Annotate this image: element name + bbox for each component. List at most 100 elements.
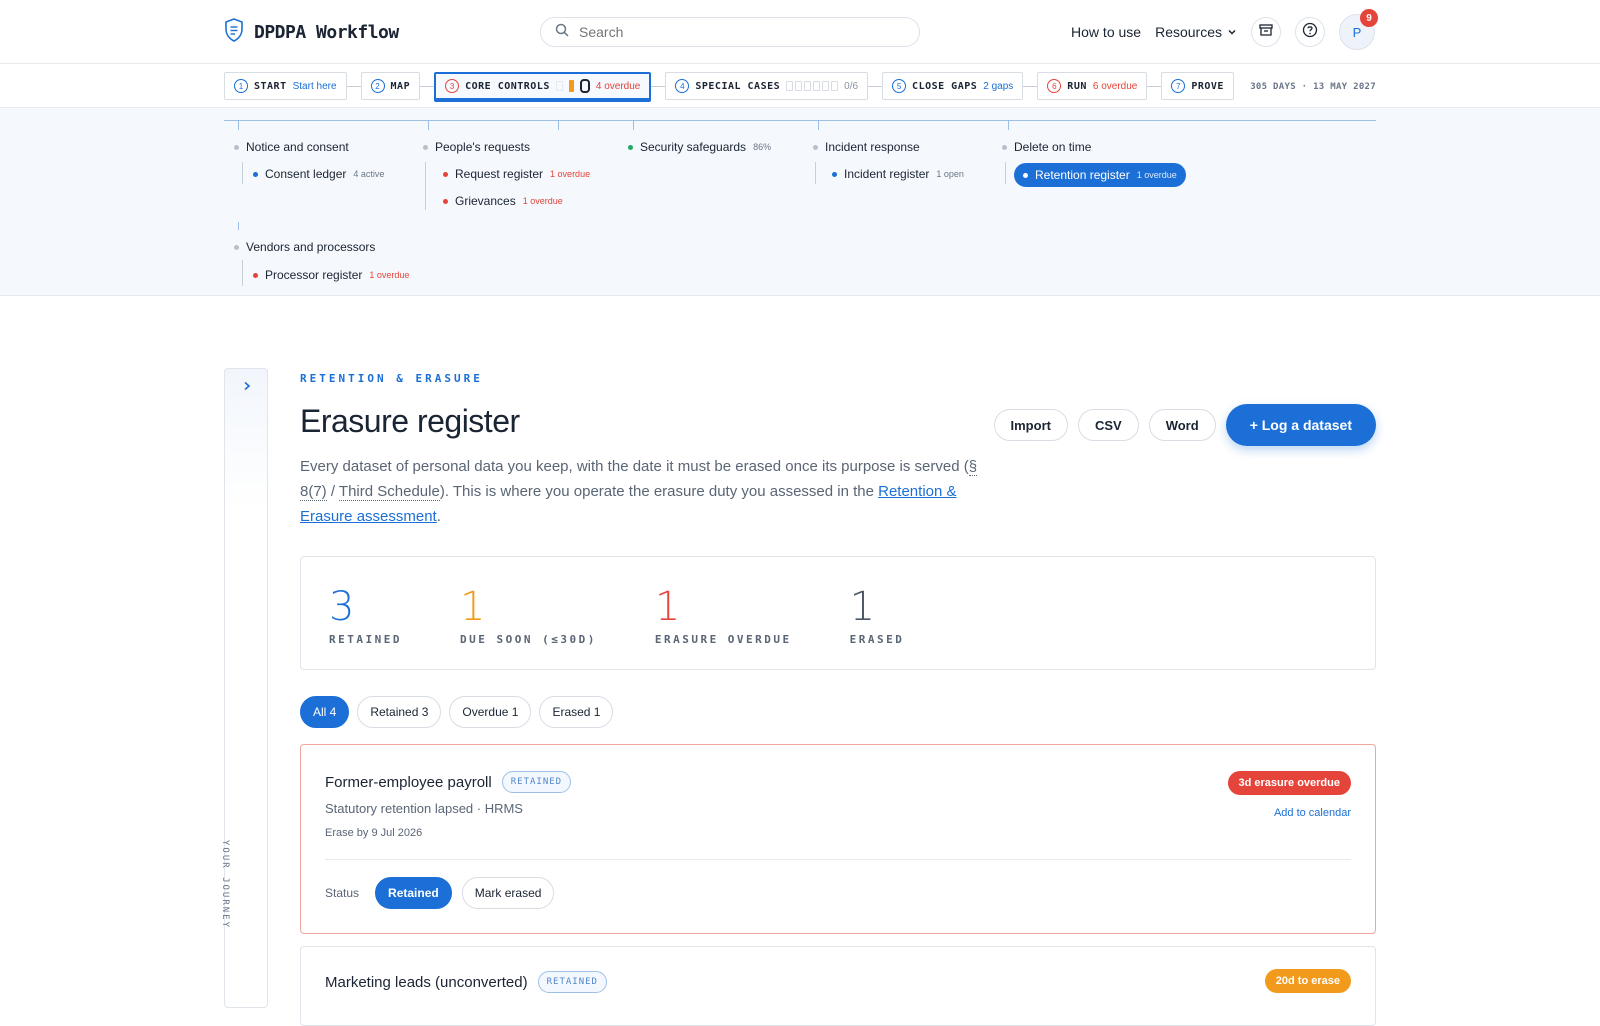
dataset-name: Former-employee payroll [325, 773, 492, 791]
filter-retained[interactable]: Retained 3 [357, 696, 442, 728]
status-badge: RETAINED [501, 771, 572, 793]
stat-label: DUE SOON (≤30D) [459, 633, 597, 646]
step-label: CORE CONTROLS [465, 80, 550, 92]
tree-tick [1008, 120, 1009, 130]
step-close-gaps[interactable]: 5 CLOSE GAPS 2 gaps [882, 72, 1024, 100]
step-core-controls[interactable]: 3 CORE CONTROLS 4 overdue [434, 72, 652, 100]
tree-node-request-register[interactable]: Request register 1 overdue [443, 167, 590, 181]
step-number: 6 [1047, 79, 1062, 93]
dataset-card[interactable]: Marketing leads (unconverted) RETAINED 2… [300, 946, 1376, 1026]
tree-node-security[interactable]: Security safeguards 86% [628, 140, 771, 154]
step-label: CLOSE GAPS [912, 80, 978, 92]
resources-label: Resources [1155, 24, 1222, 40]
tree-node-incident-register[interactable]: Incident register 1 open [832, 167, 964, 181]
step-prove[interactable]: 7 PROVE [1161, 72, 1234, 100]
retained-button[interactable]: Retained [375, 877, 452, 909]
node-label: Request register [455, 167, 544, 181]
step-connector [1023, 85, 1038, 87]
expand-sidebar-button[interactable] [239, 379, 255, 395]
due-soon-badge: 20d to erase [1264, 969, 1351, 993]
archive-button[interactable] [1251, 17, 1281, 47]
journey-label-wrap: YOUR JOURNEY [220, 800, 260, 929]
tree-tick [238, 222, 239, 230]
step-status: 0/6 [844, 80, 859, 92]
desc-text: ). This is where you operate the erasure… [439, 483, 879, 500]
status-row: Status Retained Mark erased [325, 877, 555, 909]
tree-tick [818, 120, 819, 130]
filter-all[interactable]: All 4 [300, 696, 350, 728]
node-label: Retention register [1035, 168, 1130, 182]
tree-node-consent-ledger[interactable]: Consent ledger 4 active [253, 167, 384, 181]
log-dataset-button[interactable]: + Log a dataset [1225, 404, 1376, 446]
tree-node-incident[interactable]: Incident response [813, 140, 920, 154]
step-map[interactable]: 2 MAP [360, 72, 421, 100]
journey-sidebar [224, 368, 268, 1008]
tree-branch [242, 162, 243, 184]
filter-overdue[interactable]: Overdue 1 [449, 696, 532, 728]
avatar[interactable]: P 9 [1339, 9, 1378, 50]
add-to-calendar-link[interactable]: Add to calendar [1274, 807, 1351, 819]
tree-branch [425, 162, 426, 210]
tree-node-delete-on-time[interactable]: Delete on time [1002, 140, 1091, 154]
step-number: 4 [675, 79, 690, 93]
stat-erased: 1 ERASED [850, 585, 905, 669]
resources-menu[interactable]: Resources [1155, 24, 1237, 40]
tree-spine [224, 120, 1376, 121]
brand[interactable]: DPDPA Workflow [224, 18, 399, 47]
tree-node-processor-register[interactable]: Processor register 1 overdue [253, 268, 409, 282]
import-button[interactable]: Import [993, 409, 1068, 441]
step-label: START [254, 80, 287, 92]
notification-badge: 9 [1360, 9, 1378, 27]
search-input[interactable] [579, 24, 879, 40]
stat-due-soon: 1 DUE SOON (≤30D) [460, 585, 597, 669]
node-meta: 4 active [353, 169, 385, 179]
tree-tick [633, 120, 634, 130]
shield-logo-icon [224, 18, 244, 47]
step-label: RUN [1067, 80, 1087, 92]
progress-cells [786, 81, 839, 91]
step-run[interactable]: 6 RUN 6 overdue [1037, 72, 1148, 100]
progress-cells [555, 81, 563, 91]
tree-node-retention-register[interactable]: Retention register 1 overdue [1014, 163, 1186, 187]
tree-node-peoples-requests[interactable]: People's requests [423, 140, 530, 154]
tree-node-grievances[interactable]: Grievances 1 overdue [443, 194, 563, 208]
search-box[interactable] [540, 17, 920, 47]
node-label: Processor register [265, 268, 363, 282]
step-special-cases[interactable]: 4 SPECIAL CASES 0/6 [665, 72, 869, 100]
node-label: Consent ledger [265, 167, 347, 181]
tree-node-vendors[interactable]: Vendors and processors [234, 240, 375, 254]
search-icon [555, 23, 569, 42]
how-to-use-link[interactable]: How to use [1071, 24, 1141, 40]
avatar-initial: P [1352, 24, 1362, 40]
node-label: Notice and consent [246, 140, 349, 154]
tree-tick [428, 120, 429, 130]
stats-panel: 3 RETAINED 1 DUE SOON (≤30D) 1 ERASURE O… [300, 556, 1376, 670]
step-number: 7 [1171, 79, 1186, 93]
dataset-card[interactable]: Former-employee payroll RETAINED Statuto… [300, 744, 1376, 934]
stat-retained: 3 RETAINED [329, 585, 402, 669]
stat-value: 1 [459, 584, 486, 630]
help-button[interactable] [1295, 17, 1325, 47]
stat-label: ERASED [849, 633, 905, 646]
mark-erased-button[interactable]: Mark erased [461, 877, 555, 909]
word-button[interactable]: Word [1148, 409, 1216, 441]
archive-icon [1259, 23, 1273, 42]
journey-steps: 1 START Start here 2 MAP 3 CORE CONTROLS… [224, 72, 1234, 100]
tree-branch [815, 162, 816, 184]
brand-name: DPDPA Workflow [254, 22, 399, 43]
step-status: 6 overdue [1092, 80, 1138, 92]
node-meta: 1 overdue [369, 270, 410, 280]
step-connector [651, 85, 666, 87]
schedule-ref-link[interactable]: Third Schedule [338, 483, 440, 501]
stat-value: 1 [654, 584, 681, 630]
journey-label: YOUR JOURNEY [220, 840, 230, 930]
step-label: PROVE [1191, 80, 1224, 92]
tree-node-notice[interactable]: Notice and consent [234, 140, 349, 154]
node-label: Delete on time [1014, 140, 1092, 154]
step-connector [346, 85, 361, 87]
progress-current-marker [579, 79, 590, 93]
status-label: Status [325, 886, 360, 900]
csv-button[interactable]: CSV [1077, 409, 1139, 441]
filter-erased[interactable]: Erased 1 [539, 696, 614, 728]
step-start[interactable]: 1 START Start here [224, 72, 347, 100]
